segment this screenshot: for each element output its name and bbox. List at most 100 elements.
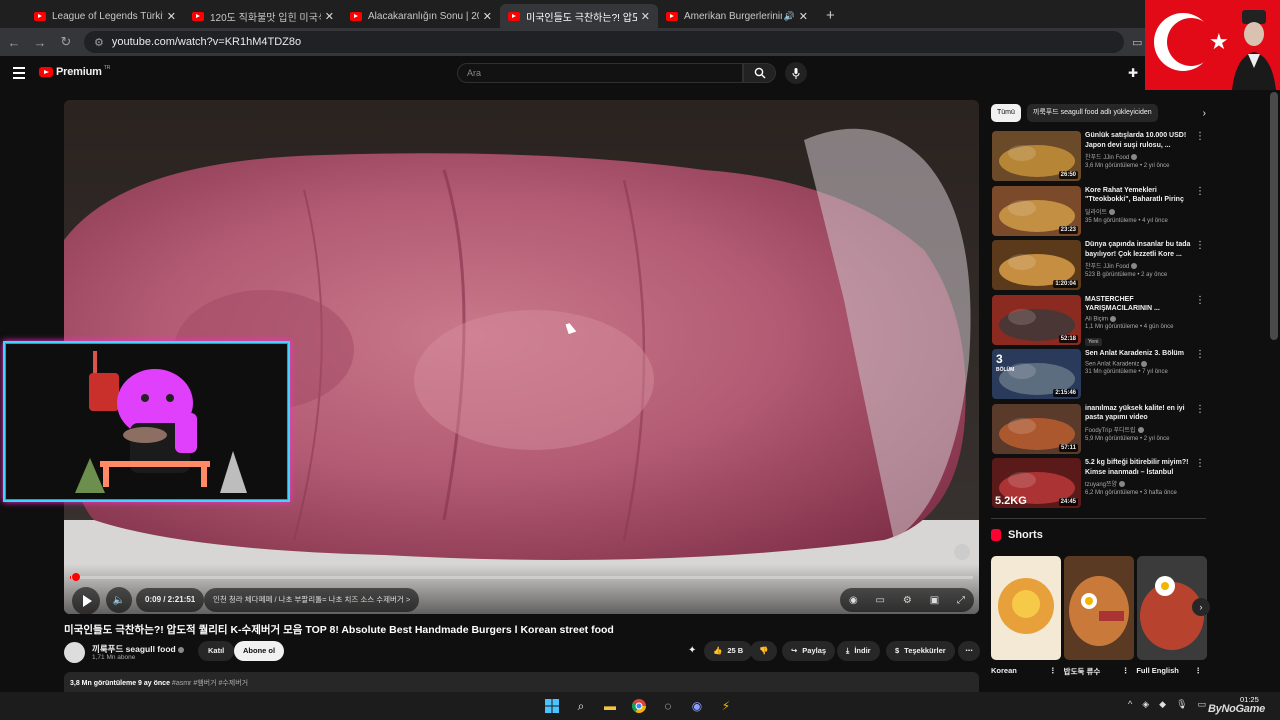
mic-icon[interactable]: 🎙	[1176, 699, 1187, 710]
chip-uploader[interactable]: 끼룩푸드 seagull food adlı yükleyiciden	[1026, 104, 1158, 122]
recommendation-channel[interactable]: 딜라이트	[1085, 207, 1191, 216]
close-icon[interactable]: ✕	[167, 10, 176, 23]
recommendation-channel[interactable]: Ali Biçim	[1085, 315, 1191, 322]
close-icon[interactable]: ✕	[325, 10, 334, 23]
short-title[interactable]: Korean ⋮	[991, 666, 1061, 680]
speaker-icon[interactable]: 🔊	[784, 11, 795, 22]
more-icon[interactable]: ⋮	[1195, 186, 1205, 197]
close-icon[interactable]: ✕	[483, 10, 492, 23]
browser-tab-active[interactable]: 미국인들도 극찬하는?! 압도적 ✕	[500, 4, 658, 28]
site-info-icon[interactable]: ⚙	[94, 36, 104, 49]
miniplayer-icon[interactable]: ▣	[930, 595, 939, 606]
recommendation-title[interactable]: 5.2 kg bifteği bitirebilir miyim?! Kimse…	[1085, 458, 1191, 477]
chip-all[interactable]: Tümü	[991, 104, 1021, 122]
chevron-up-icon[interactable]: ^	[1128, 699, 1132, 710]
new-tab-icon[interactable]: +	[826, 7, 835, 24]
chrome-icon[interactable]	[629, 696, 649, 716]
recommendation-title[interactable]: Günlük satışlarda 10.000 USD! Japon devi…	[1085, 131, 1191, 150]
scrubber-handle[interactable]	[72, 573, 80, 581]
browser-tab[interactable]: Amerikan Burgerlerinin Kral 🔊 ✕	[658, 4, 816, 28]
close-icon[interactable]: ✕	[799, 10, 808, 23]
short-thumbnail[interactable]	[991, 555, 1061, 660]
recommendation-channel[interactable]: FoodyTrip 푸디트립	[1085, 425, 1191, 434]
recommendation-title[interactable]: MASTERCHEF YARIŞMACILARININ ...	[1085, 295, 1191, 314]
app-icon[interactable]: ⚡	[716, 696, 736, 716]
chevron-right-icon[interactable]: ›	[1203, 108, 1206, 119]
more-icon[interactable]: ⋮	[1195, 458, 1205, 469]
description-box[interactable]: 3,8 Mn görüntüleme 9 ay önce #asmr #햄버거 …	[64, 672, 979, 692]
search-button[interactable]	[743, 63, 776, 83]
file-explorer-icon[interactable]: ▬	[600, 696, 620, 716]
dislike-button[interactable]: 👎	[750, 641, 778, 661]
video-thumbnail[interactable]: 26:50	[992, 131, 1081, 181]
browser-tab[interactable]: Alacakaranlığın Sonu | 2025 3. ✕	[342, 4, 500, 28]
search-icon[interactable]: ⌕	[571, 696, 591, 716]
recommendation-title[interactable]: Sen Anlat Karadeniz 3. Bölüm	[1085, 349, 1191, 359]
cast-icon[interactable]: ▭	[1132, 36, 1142, 49]
video-thumbnail[interactable]: 1:20:04	[992, 240, 1081, 290]
search-input[interactable]: Ara	[457, 63, 743, 83]
forward-icon[interactable]: →	[28, 35, 52, 50]
download-button[interactable]: ⤓ İndir	[837, 641, 880, 661]
app-icon[interactable]: ◌	[658, 696, 678, 716]
youtube-logo[interactable]: Premium TR	[39, 65, 110, 78]
video-thumbnail[interactable]: 23:23	[992, 185, 1081, 236]
back-icon[interactable]: ←	[2, 35, 26, 50]
video-thumbnail[interactable]: 3 BÖLÜM 2:15:46	[992, 349, 1081, 399]
short-title[interactable]: 밥도둑 류수 ⋮	[1064, 666, 1134, 680]
settings-icon[interactable]: ⚙	[903, 595, 912, 606]
browser-tab[interactable]: League of Legends Türkiye - Yo ✕	[26, 4, 184, 28]
channel-watermark[interactable]	[954, 544, 970, 560]
subtitles-icon[interactable]: ▭	[876, 595, 885, 606]
autoplay-toggle[interactable]: ◉	[849, 595, 858, 606]
video-thumbnail[interactable]: 57:11	[992, 403, 1081, 454]
more-icon[interactable]: ⋮	[1195, 131, 1205, 142]
more-icon[interactable]: ⋮	[1195, 240, 1205, 251]
recommendation-item[interactable]: 57:11 inanılmaz yüksek kalite! en iyi pas…	[991, 399, 1206, 454]
progress-bar[interactable]	[70, 573, 973, 581]
recommendation-item[interactable]: 52:18 MASTERCHEF YARIŞMACILARININ ... Ali …	[991, 290, 1206, 347]
more-icon[interactable]: ⋮	[1195, 349, 1205, 360]
windows-start-icon[interactable]	[542, 696, 562, 716]
menu-icon[interactable]	[13, 67, 25, 82]
tray-app-icon[interactable]: ◆	[1159, 699, 1166, 710]
chapter-button[interactable]: 인천 청라 체다페페 / 나초 부팔리톨= 나초 치즈 소스 수제버거 >	[204, 588, 420, 612]
more-icon[interactable]: ⋮	[1122, 666, 1130, 675]
fullscreen-icon[interactable]: ⤢	[957, 595, 965, 606]
join-button[interactable]: Katıl	[198, 641, 235, 661]
recommendation-item[interactable]: 3 BÖLÜM 2:15:46 Sen Anlat Karadeniz 3. Bölü…	[991, 344, 1206, 399]
play-button[interactable]	[72, 587, 100, 614]
thanks-button[interactable]: $ Teşekkürler	[886, 641, 955, 661]
create-icon[interactable]: ✚	[1128, 66, 1138, 80]
recommendation-item[interactable]: 26:50 Günlük satışlarda 10.000 USD! Japon…	[991, 126, 1206, 181]
recommendation-title[interactable]: inanılmaz yüksek kalite! en iyi pasta ya…	[1085, 404, 1191, 423]
more-icon[interactable]: ⋮	[1195, 404, 1205, 415]
scrollbar[interactable]	[1270, 92, 1278, 340]
volume-icon[interactable]: 🔈	[106, 587, 132, 613]
more-icon[interactable]: ⋮	[1195, 666, 1203, 675]
like-button[interactable]: 👍 25 B	[704, 641, 753, 661]
short-title[interactable]: Full English ⋮	[1136, 666, 1206, 680]
reload-icon[interactable]: ↻	[54, 34, 78, 50]
discord-icon[interactable]: ◉	[687, 696, 707, 716]
video-thumbnail[interactable]: 52:18	[992, 294, 1081, 345]
network-icon[interactable]: ▭	[1198, 699, 1207, 710]
short-thumbnail[interactable]	[1064, 555, 1134, 660]
recommendation-item[interactable]: 23:23 Kore Rahat Yemekleri "Tteokbokki", …	[991, 181, 1206, 236]
share-button[interactable]: ↪ Paylaş	[782, 641, 836, 661]
recommendation-title[interactable]: Dünya çapında insanlar bu tada bayılıyor…	[1085, 240, 1191, 259]
recommendation-channel[interactable]: tzuyang쯔양	[1085, 479, 1191, 488]
ask-icon[interactable]: ✦	[688, 645, 696, 656]
more-actions-button[interactable]: ⋯	[958, 641, 980, 661]
recommendation-channel[interactable]: 찬푸드 JJin Food	[1085, 152, 1191, 161]
recommendation-channel[interactable]: 찬푸드 JJin Food	[1085, 261, 1191, 270]
recommendation-item[interactable]: 5.2KG 24:45 5.2 kg bifteği bitirebilir miy…	[991, 453, 1206, 508]
recommendation-channel[interactable]: Sen Anlat Karadeniz	[1085, 360, 1191, 367]
browser-tab[interactable]: 120도 직화불맛 입힌 미국식 옥 ✕	[184, 4, 342, 28]
recommendation-title[interactable]: Kore Rahat Yemekleri "Tteokbokki", Bahar…	[1085, 186, 1191, 205]
url-input[interactable]: ⚙ youtube.com/watch?v=KR1hM4TDZ8o	[84, 31, 1124, 53]
tray-app-icon[interactable]: ◈	[1142, 699, 1149, 710]
more-icon[interactable]: ⋮	[1195, 295, 1205, 306]
video-thumbnail[interactable]: 5.2KG 24:45	[992, 458, 1081, 508]
mic-icon[interactable]	[785, 62, 807, 84]
